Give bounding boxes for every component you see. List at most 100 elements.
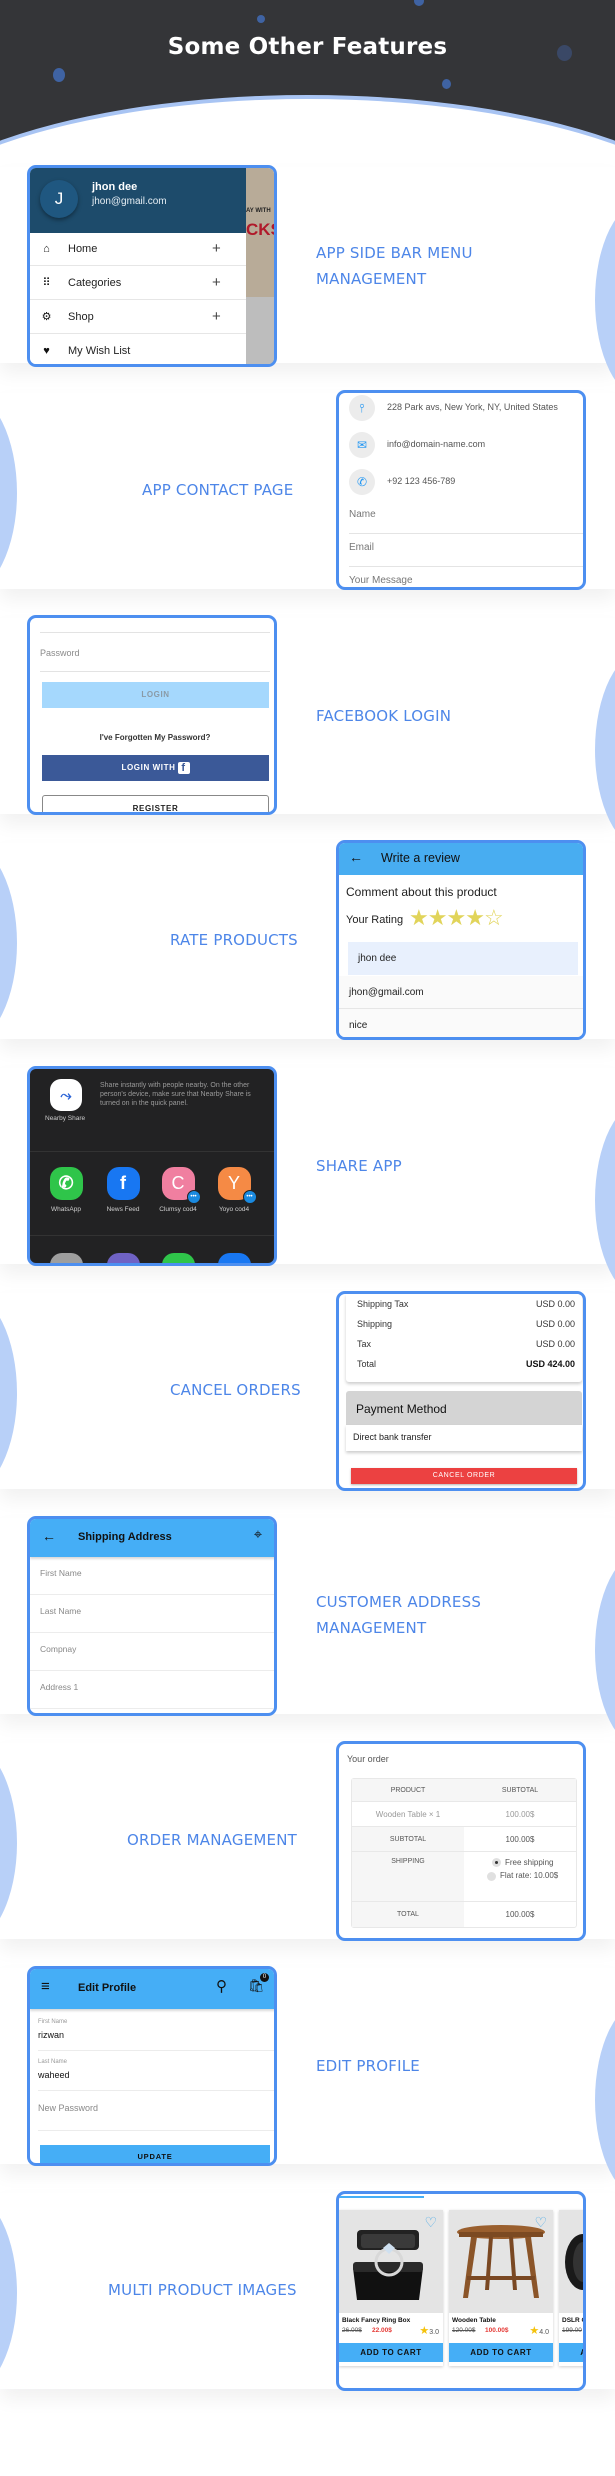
scroll-indicator [339, 2196, 424, 2198]
facebook-icon[interactable] [218, 1253, 251, 1263]
sidebar-item-label: Shop [68, 311, 94, 323]
add-to-cart-button[interactable]: ADD TO CART [339, 2343, 443, 2362]
search-icon[interactable]: ⚲ [216, 1977, 227, 1995]
expand-icon[interactable]: + [212, 274, 221, 291]
table-row: TOTAL 100.00$ [352, 1902, 576, 1927]
sidebar-item-categories[interactable]: ⠿ Categories + [30, 267, 246, 300]
contact-c-icon: C ••• [161, 1167, 201, 1204]
first-name-field[interactable]: First Name [30, 1557, 274, 1595]
name-input[interactable]: jhon dee [348, 942, 578, 975]
last-name-field[interactable]: Last Name [30, 1595, 274, 1633]
location-target-icon[interactable]: ⌖ [250, 1527, 266, 1543]
message-field[interactable]: Your Message [349, 567, 583, 587]
app-bar: ≡ Edit Profile ⚲ 🛍 0 [30, 1969, 274, 2009]
row-label: TOTAL [352, 1902, 464, 1927]
star-filled-icon[interactable]: ★ [409, 905, 429, 930]
product-image-camera[interactable] [559, 2210, 583, 2313]
decor-arc-fill [0, 99, 615, 160]
address-screenshot: ← Shipping Address ⌖ First Name Last Nam… [27, 1516, 277, 1716]
radio-selected-icon[interactable] [492, 1858, 501, 1868]
wishlist-heart-icon[interactable]: ♡ [424, 2214, 437, 2231]
sidebar-item-home[interactable]: ⌂ Home + [30, 233, 246, 266]
add-to-cart-button[interactable]: ADD TO CART [449, 2343, 553, 2362]
wishlist-heart-icon[interactable]: ♡ [534, 2214, 547, 2231]
share-target-yoyo[interactable]: Y ••• Yoyo cod4 [214, 1167, 257, 1213]
row-label: Total [357, 1359, 377, 1369]
feature-label: APP SIDE BAR MENU MANAGEMENT [316, 244, 473, 288]
product-image-wooden-table[interactable]: ♡ [449, 2210, 553, 2313]
product-card[interactable]: DSLR C 199.00 ADD TO CART [559, 2210, 583, 2366]
row-label: SHIPPING [352, 1852, 464, 1901]
contact-address: ⫯ 228 Park avs, New York, NY, United Sta… [349, 395, 579, 425]
share-target-news-feed[interactable]: f News Feed [103, 1167, 143, 1213]
facebook-icon: f [106, 1167, 140, 1200]
facebook-login-button[interactable]: LOGIN WITH f [42, 755, 269, 781]
feature-label: SHARE APP [316, 1157, 402, 1175]
expand-icon[interactable]: + [212, 240, 221, 257]
comment-input[interactable]: nice [339, 1009, 583, 1037]
background-ad-text: AY WITH [246, 208, 271, 214]
shipping-option[interactable]: Free shipping [492, 1858, 576, 1868]
back-arrow-icon[interactable]: ← [42, 1528, 56, 1544]
background-ad-headline: CKS [246, 220, 274, 239]
expand-icon[interactable]: + [212, 308, 221, 325]
sidebar-item-shop[interactable]: ⚙ Shop + [30, 301, 246, 334]
avatar[interactable]: J [40, 180, 78, 218]
last-name-field[interactable]: Last Name waheed [38, 2053, 274, 2091]
radio-icon[interactable] [487, 1871, 496, 1881]
first-name-field[interactable]: First Name rizwan [38, 2013, 274, 2051]
company-field[interactable]: Compnay [30, 1633, 274, 1671]
sidebar-item-wishlist[interactable]: ♥ My Wish List [30, 335, 246, 364]
back-arrow-icon[interactable]: ← [349, 849, 363, 865]
message-badge-icon: ••• [242, 1190, 257, 1204]
email-text: info@domain-name.com [387, 439, 486, 449]
copy-icon[interactable] [50, 1253, 83, 1263]
email-field[interactable]: Email [349, 534, 583, 567]
contact-email[interactable]: ✉ info@domain-name.com [349, 432, 579, 462]
email-input[interactable]: jhon@gmail.com [339, 976, 583, 1009]
facebook-button-label: LOGIN WITH [121, 763, 176, 772]
share-target-whatsapp[interactable]: ✆ WhatsApp [46, 1167, 86, 1213]
password-field[interactable]: Password [40, 648, 80, 658]
register-button[interactable]: REGISTER [42, 795, 269, 812]
contact-phone[interactable]: ✆ +92 123 456-789 [349, 469, 579, 499]
star-rating[interactable]: ★★★★☆ [409, 905, 504, 931]
payment-method-value: Direct bank transfer [346, 1425, 582, 1451]
address1-field[interactable]: Address 1 [30, 1671, 274, 1709]
add-to-cart-button[interactable]: ADD TO CART [559, 2343, 583, 2362]
contact-initial: C [171, 1173, 185, 1193]
update-button[interactable]: UPDATE [40, 2145, 270, 2163]
cancel-order-button[interactable]: CANCEL ORDER [351, 1468, 577, 1484]
row-value: 100.00$ [505, 1835, 535, 1844]
divider [30, 1151, 274, 1152]
new-password-field[interactable]: New Password [38, 2093, 274, 2131]
nearby-share-icon[interactable]: ⤳ [50, 1079, 82, 1111]
option-label: Flat rate: 10.00$ [500, 1871, 559, 1881]
contact-y-icon: Y ••• [217, 1167, 257, 1204]
shipping-option[interactable]: Flat rate: 10.00$ [487, 1871, 576, 1881]
column-header: PRODUCT [390, 1787, 426, 1794]
row-label: Shipping [357, 1319, 393, 1329]
star-empty-icon[interactable]: ☆ [484, 905, 504, 930]
name-field[interactable]: Name [349, 501, 583, 534]
field-value: rizwan [38, 2030, 65, 2040]
product-card[interactable]: ♡ Black Fancy Ring Box 26.00$ 22.00$ ★3.… [339, 2210, 443, 2366]
product-card[interactable]: ♡ Wooden Table 120.00$ 100.00$ ★4.0 ADD … [449, 2210, 553, 2366]
product-image-ring-box[interactable]: ♡ [339, 2210, 443, 2313]
field-value: waheed [38, 2070, 70, 2080]
whatsapp-icon[interactable] [162, 1253, 195, 1263]
header-banner: Some Other Features [0, 0, 615, 160]
location-pin-icon: ⫯ [349, 395, 375, 421]
star-filled-icon[interactable]: ★ [465, 905, 485, 930]
forgot-password-link[interactable]: I've Forgotten My Password? [30, 733, 274, 742]
rating-value: 3.0 [429, 2329, 439, 2336]
menu-icon[interactable]: ≡ [41, 1978, 50, 1995]
login-button[interactable]: LOGIN [42, 682, 269, 708]
contact-screenshot: ⫯ 228 Park avs, New York, NY, United Sta… [336, 390, 586, 590]
star-filled-icon[interactable]: ★ [428, 905, 448, 930]
share-target-clumsy[interactable]: C ••• Clumsy cod4 [158, 1167, 201, 1213]
star-filled-icon[interactable]: ★ [446, 905, 466, 930]
screen-title: Write a review [381, 851, 460, 865]
app-icon[interactable] [107, 1253, 140, 1263]
star-icon: ★ [529, 2325, 540, 2337]
